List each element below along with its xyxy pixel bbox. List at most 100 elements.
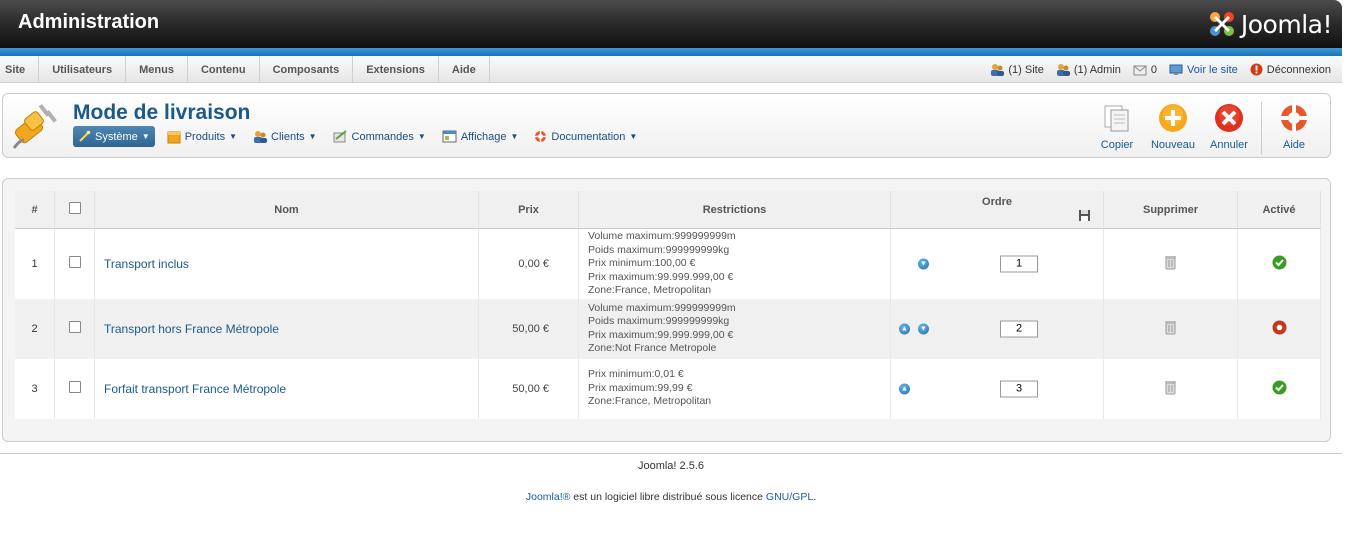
restriction-line: Prix maximum:99,99 € (588, 381, 693, 394)
restriction-line: Prix minimum:100,00 € (588, 257, 696, 269)
row-name-link[interactable]: Transport inclus (95, 229, 479, 299)
row-restrictions: Volume maximum:999999999m Poids maximum:… (579, 298, 891, 359)
plug-icon (12, 100, 64, 153)
joomla-logo[interactable]: Joomla! (1207, 8, 1333, 40)
check-icon[interactable] (1272, 255, 1287, 270)
col-select-header (55, 191, 95, 229)
cancel-button[interactable]: Annuler (1201, 102, 1257, 151)
move-down-icon[interactable]: ▼ (918, 323, 929, 334)
row-delete-cell (1104, 358, 1238, 419)
status-messages-count: 0 (1150, 63, 1158, 76)
users-icon (1056, 64, 1070, 76)
lifebuoy-icon (1281, 105, 1307, 131)
col-num-header: # (15, 191, 55, 229)
view-site-label[interactable]: Voir le site (1187, 64, 1238, 76)
order-input[interactable] (1000, 320, 1038, 337)
toolbar-buttons: Copier Nouveau Annuler Aide (1089, 102, 1322, 154)
check-icon[interactable] (1272, 380, 1287, 395)
admin-header: Administration Joomla! (0, 0, 1342, 48)
main-menu: Site Utilisateurs Menus Contenu Composan… (0, 56, 490, 83)
order-input[interactable] (1000, 380, 1038, 397)
submenu-orders[interactable]: Commandes ▼ (329, 126, 430, 147)
restriction-line: Prix minimum:0,01 € (588, 368, 684, 381)
save-order-icon[interactable] (1078, 209, 1091, 222)
chevron-down-icon: ▼ (229, 132, 237, 141)
licence-end: . (813, 491, 817, 503)
order-arrows: ▼ (918, 258, 929, 270)
submenu-products-label: Produits (184, 130, 226, 143)
header-strip (0, 48, 1342, 56)
submenu-display[interactable]: Affichage ▼ (438, 126, 523, 147)
chevron-down-icon: ▼ (141, 132, 150, 141)
copy-button[interactable]: Copier (1089, 102, 1145, 151)
row-name-link[interactable]: Forfait transport France Métropole (95, 358, 479, 419)
toolbar-divider (1261, 102, 1262, 154)
chevron-down-icon: ▼ (510, 132, 519, 141)
row-name-link[interactable]: Transport hors France Métropole (95, 298, 479, 359)
row-number: 1 (15, 229, 55, 299)
table-row: 2 Transport hors France Métropole 50,00 … (15, 298, 1321, 359)
help-button[interactable]: Aide (1266, 102, 1322, 151)
menu-item-help[interactable]: Aide (439, 56, 490, 83)
menu-item-users[interactable]: Utilisateurs (39, 56, 127, 83)
menu-item-extensions[interactable]: Extensions (353, 56, 439, 83)
status-admin-users: (1) Admin (1056, 63, 1121, 76)
order-input[interactable] (1000, 255, 1038, 273)
chevron-down-icon: ▼ (629, 132, 638, 141)
logout-icon (1250, 63, 1263, 76)
move-up-icon[interactable]: ▲ (899, 323, 910, 334)
row-checkbox[interactable] (68, 256, 81, 269)
submenu-system[interactable]: Système ▼ (73, 126, 155, 147)
col-order-label: Ordre (982, 195, 1012, 208)
cancel-label: Annuler (1210, 139, 1248, 151)
messages-icon (1133, 65, 1147, 75)
row-price: 50,00 € (479, 298, 579, 359)
move-down-icon[interactable]: ▼ (918, 258, 929, 270)
shipping-methods-table: # Nom Prix Restrictions Ordre Supprimer … (15, 191, 1321, 419)
menu-bar: Site Utilisateurs Menus Contenu Composan… (0, 56, 1342, 83)
menu-item-components[interactable]: Composants (260, 56, 354, 83)
submenu-display-label: Affichage (460, 130, 507, 143)
col-price-header[interactable]: Prix (479, 191, 579, 229)
trash-icon[interactable] (1165, 255, 1176, 270)
disabled-icon[interactable] (1272, 320, 1287, 335)
submenu-documentation-label: Documentation (551, 130, 626, 143)
logout-link[interactable]: Déconnexion (1250, 63, 1331, 76)
submenu-documentation[interactable]: Documentation ▼ (530, 126, 641, 147)
row-order-cell: ▼ (891, 229, 1104, 299)
move-up-icon[interactable]: ▲ (899, 383, 910, 394)
submenu-products[interactable]: Produits ▼ (163, 126, 241, 147)
submenu-clients[interactable]: Clients ▼ (249, 126, 321, 147)
trash-icon[interactable] (1165, 320, 1176, 335)
col-order-header[interactable]: Ordre (891, 191, 1104, 229)
trash-icon[interactable] (1165, 380, 1176, 395)
row-restrictions: Prix minimum:0,01 € Prix maximum:99,99 €… (579, 358, 891, 419)
restriction-line: Volume maximum:999999999m (588, 301, 736, 314)
status-messages[interactable]: 0 (1133, 64, 1157, 76)
col-active-header[interactable]: Activé (1238, 191, 1321, 229)
new-button[interactable]: Nouveau (1145, 102, 1201, 151)
row-active-cell (1238, 229, 1321, 299)
help-label: Aide (1282, 139, 1306, 151)
lifebuoy-icon (535, 131, 547, 142)
menu-item-content[interactable]: Contenu (188, 56, 260, 83)
row-delete-cell (1104, 229, 1238, 299)
col-name-header[interactable]: Nom (95, 191, 479, 229)
row-delete-cell (1104, 298, 1238, 359)
gpl-link[interactable]: GNU/GPL (766, 491, 813, 503)
submenu-system-label: Système (95, 130, 138, 143)
row-checkbox[interactable] (68, 381, 81, 393)
select-all-checkbox[interactable] (68, 202, 81, 214)
menu-item-menus[interactable]: Menus (126, 56, 188, 83)
col-restrictions-header: Restrictions (579, 191, 891, 229)
row-active-cell (1238, 298, 1321, 359)
menu-item-site[interactable]: Site (0, 56, 40, 83)
view-site-link[interactable]: Voir le site (1169, 64, 1238, 76)
logout-label[interactable]: Déconnexion (1267, 64, 1331, 76)
row-checkbox[interactable] (68, 321, 81, 333)
licence-body: est un logiciel libre distribué sous lic… (570, 491, 766, 503)
copy-label: Copier (1100, 139, 1134, 151)
joomla-link[interactable]: Joomla!® (526, 491, 571, 503)
order-arrows: ▲ (899, 383, 910, 394)
page-toolbar: Mode de livraison Système ▼ Produits ▼ Cli… (2, 93, 1331, 158)
